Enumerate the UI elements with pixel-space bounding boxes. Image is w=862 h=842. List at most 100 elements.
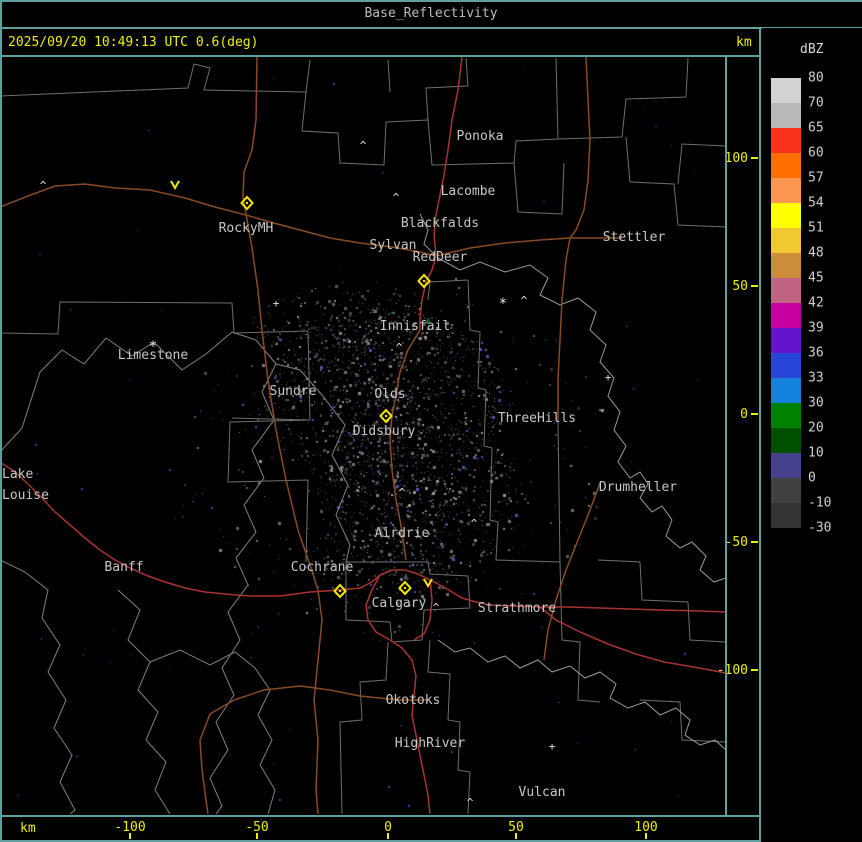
colorbar-block xyxy=(771,78,801,103)
plus-symbol: + xyxy=(273,297,280,310)
radar-application-window: Base_Reflectivity 2025/09/20 10:49:13 UT… xyxy=(0,0,862,842)
colorbar-unit-label: dBZ xyxy=(800,42,823,57)
map-bottom-border xyxy=(0,815,761,817)
colorbar-tick-label: 60 xyxy=(808,146,824,161)
colorbar-block xyxy=(771,203,801,228)
caret-symbol: ^ xyxy=(399,486,406,499)
colorbar-block xyxy=(771,403,801,428)
city-label: Louise xyxy=(2,488,49,503)
v-marker xyxy=(171,181,179,188)
colorbar-tick-label: 10 xyxy=(808,446,824,461)
colorbar-panel: dBZ 807065605754514845423936333020100-10… xyxy=(762,28,862,842)
colorbar-block xyxy=(771,503,801,528)
colorbar-block xyxy=(771,328,801,353)
frame-right-line xyxy=(759,28,761,842)
colorbar-tick-label: 45 xyxy=(808,271,824,286)
caret-symbol: ^ xyxy=(433,601,440,614)
frame-infobar-line xyxy=(0,55,761,57)
colorbar-block xyxy=(771,178,801,203)
caret-symbol: ^ xyxy=(396,341,403,354)
colorbar-tick-label: 33 xyxy=(808,371,824,386)
colorbar-block xyxy=(771,228,801,253)
bottom-axis-label: 100 xyxy=(634,820,657,835)
colorbar-tick-label: 70 xyxy=(808,96,824,111)
caret-symbol: ^ xyxy=(393,191,400,204)
colorbar-tick-label: 0 xyxy=(808,471,816,486)
map-right-border xyxy=(725,57,727,816)
colorbar-tick-label: 42 xyxy=(808,296,824,311)
right-axis-label: 50 xyxy=(732,279,748,294)
bottom-axis-label: 0 xyxy=(384,820,392,835)
city-label: Lake xyxy=(2,467,33,482)
frame-top-line xyxy=(0,0,862,2)
range-axes: 100500-50-100-100-50050100km xyxy=(20,151,758,839)
caret-symbol: ^ xyxy=(360,139,367,152)
colorbar-tick-label: 30 xyxy=(808,396,824,411)
map-area[interactable]: ^^^^^^^^^**+++ PonokaLacombeBlackfaldsSy… xyxy=(0,0,862,842)
colorbar-block xyxy=(771,278,801,303)
bottom-axis-label: -50 xyxy=(245,820,268,835)
colorbar-block xyxy=(771,253,801,278)
bottom-axis-unit: km xyxy=(20,821,36,836)
diamond-marker-center xyxy=(246,202,248,204)
right-axis-label: 100 xyxy=(725,151,748,166)
city-label: Lacombe xyxy=(441,184,496,199)
city-label: Calgary xyxy=(372,596,427,611)
colorbar-tick-label: -30 xyxy=(808,521,831,536)
colorbar-block xyxy=(771,378,801,403)
diamond-marker-center xyxy=(423,280,425,282)
plus-symbol: + xyxy=(549,740,556,753)
colorbar-tick-label: 20 xyxy=(808,421,824,436)
city-label: Blackfalds xyxy=(401,216,479,231)
colorbar-tick-label: 65 xyxy=(808,121,824,136)
city-label: RedDeer xyxy=(413,250,468,265)
secondary-roads xyxy=(0,57,622,814)
colorbar-tick-label: 48 xyxy=(808,246,824,261)
caret-symbol: ^ xyxy=(521,294,528,307)
city-label: ThreeHills xyxy=(498,411,576,426)
city-label: Drumheller xyxy=(599,480,677,495)
colorbar-tick-label: 36 xyxy=(808,346,824,361)
city-label: Airdrie xyxy=(375,526,430,541)
city-label: Olds xyxy=(374,387,405,402)
city-label: Banff xyxy=(104,560,143,575)
star-symbol: * xyxy=(499,296,507,312)
colorbar-tick-label: -10 xyxy=(808,496,831,511)
diamond-marker-center xyxy=(385,415,387,417)
colorbar-block xyxy=(771,453,801,478)
bottom-axis-label: -100 xyxy=(114,820,145,835)
city-label: Ponoka xyxy=(457,129,504,144)
city-label: Vulcan xyxy=(519,785,566,800)
colorbar-tick-label: 51 xyxy=(808,221,824,236)
caret-symbol: ^ xyxy=(40,179,47,192)
city-label: Didsbury xyxy=(353,424,416,439)
city-label: Stettler xyxy=(603,230,666,245)
colorbar-block xyxy=(771,428,801,453)
colorbar-block xyxy=(771,128,801,153)
city-label: Okotoks xyxy=(386,693,441,708)
caret-symbol: ^ xyxy=(467,796,474,809)
plus-symbol: + xyxy=(605,371,612,384)
frame-titlebar-line xyxy=(0,27,862,29)
river-lines xyxy=(420,214,726,750)
right-axis-label: 0 xyxy=(740,407,748,422)
map-symbols: ^^^^^^^^^**+++ xyxy=(40,139,612,809)
city-label: Cochrane xyxy=(291,560,354,575)
colorbar-tick-label: 39 xyxy=(808,321,824,336)
diamond-marker-center xyxy=(339,590,341,592)
city-label: Strathmore xyxy=(478,601,556,616)
colorbar-tick-label: 54 xyxy=(808,196,824,211)
city-label: Limestone xyxy=(118,348,189,363)
right-axis-label: -100 xyxy=(717,663,748,678)
city-label: HighRiver xyxy=(395,736,466,751)
colorbar-block xyxy=(771,153,801,178)
frame-left-line xyxy=(0,0,2,842)
right-axis-label: -50 xyxy=(725,535,748,550)
diamond-marker-center xyxy=(404,587,406,589)
colorbar-block xyxy=(771,478,801,503)
city-label: Innisfail xyxy=(380,319,450,334)
colorbar-tick-label: 80 xyxy=(808,71,824,86)
colorbar-block xyxy=(771,103,801,128)
colorbar-block xyxy=(771,303,801,328)
colorbar-block xyxy=(771,353,801,378)
